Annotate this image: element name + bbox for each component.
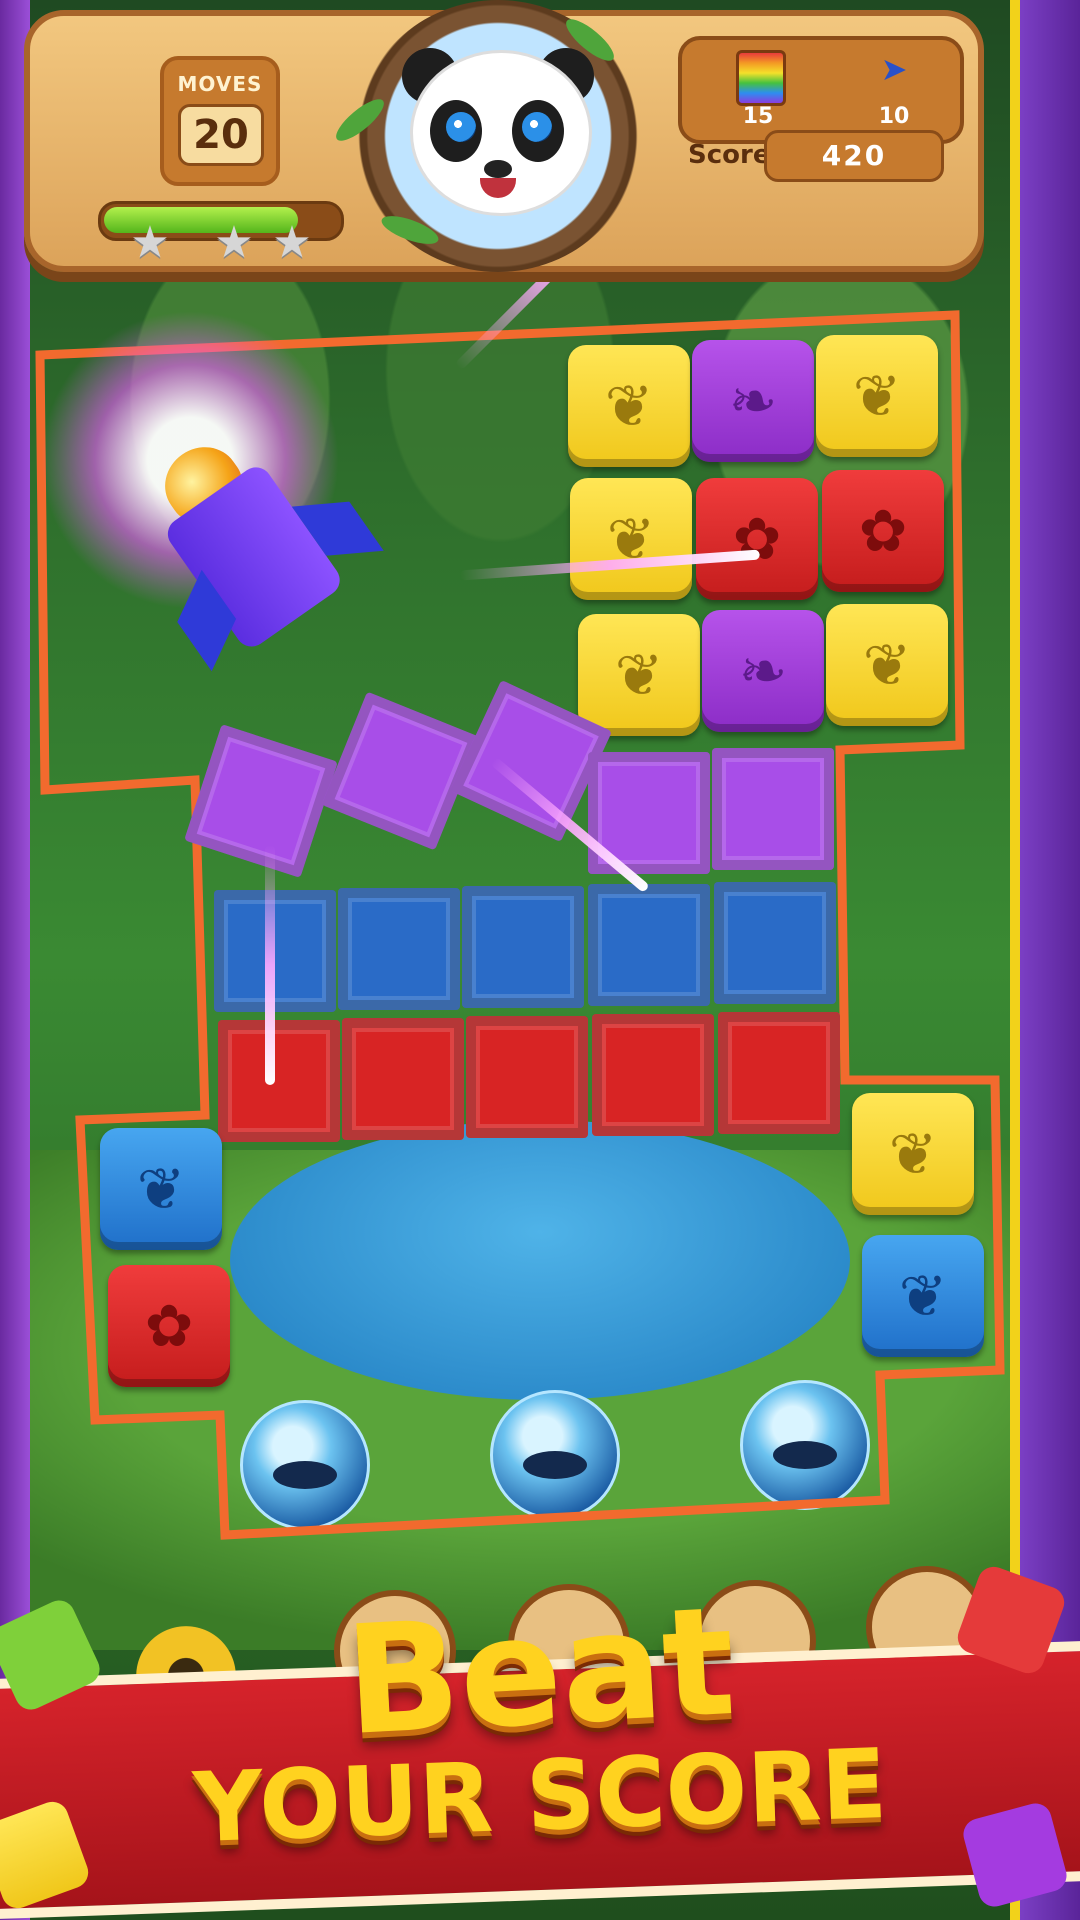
fish-icon <box>773 1441 837 1469</box>
fish-bowl <box>240 1400 370 1530</box>
tile-purple-leaf[interactable]: ❧ <box>702 610 824 732</box>
crate-blue[interactable] <box>714 882 836 1004</box>
tile-yellow-bamboo[interactable]: ❦ <box>568 345 690 467</box>
tile-yellow-bamboo[interactable]: ❦ <box>816 335 938 457</box>
crate-blue[interactable] <box>214 890 336 1012</box>
fish-icon: ➤ <box>880 50 908 88</box>
fish-bowl <box>490 1390 620 1520</box>
moves-counter: MOVES 20 <box>160 56 280 186</box>
score-label: Score <box>688 140 771 170</box>
crate-red[interactable] <box>718 1012 840 1134</box>
tile-red-paw[interactable]: ✿ <box>108 1265 230 1387</box>
tile-blue-bamboo[interactable]: ❦ <box>862 1235 984 1357</box>
tile-red-paw[interactable]: ✿ <box>822 470 944 592</box>
goal-count: 10 <box>878 104 910 129</box>
star-icon: ★ <box>214 217 254 268</box>
tile-purple-leaf[interactable]: ❧ <box>692 340 814 462</box>
panda-eye <box>522 112 552 142</box>
goal-count: 15 <box>742 104 774 129</box>
game-stage: ❦ ❧ ❦ ❦ ✿ ✿ ❦ ❧ ❦ ❦ ✿ ❦ ❦ MOVES 20 ★ ★ ★… <box>0 0 1080 1920</box>
crate-red[interactable] <box>342 1018 464 1140</box>
panda-nose <box>484 160 512 178</box>
star-icon: ★ <box>130 217 170 268</box>
crate-red[interactable] <box>218 1020 340 1142</box>
goals-panel: 15 ➤ 10 <box>678 36 964 144</box>
tile-yellow-bamboo[interactable]: ❦ <box>578 614 700 736</box>
crate-red[interactable] <box>592 1014 714 1136</box>
crate-blue[interactable] <box>338 888 460 1010</box>
tile-yellow-bamboo[interactable]: ❦ <box>570 478 692 600</box>
crate-red[interactable] <box>466 1016 588 1138</box>
crate-purple[interactable] <box>712 748 834 870</box>
crate-blue[interactable] <box>462 886 584 1008</box>
fish-icon <box>273 1461 337 1489</box>
rainbow-crate-icon <box>736 50 786 106</box>
fish-icon <box>523 1451 587 1479</box>
crate-blue[interactable] <box>588 884 710 1006</box>
tile-blue-bamboo[interactable]: ❦ <box>100 1128 222 1250</box>
star-icon: ★ <box>272 217 312 268</box>
pond <box>230 1120 850 1400</box>
moves-label: MOVES <box>177 72 263 96</box>
tile-red-paw[interactable]: ✿ <box>696 478 818 600</box>
tile-yellow-bamboo[interactable]: ❦ <box>826 604 948 726</box>
panda-eye <box>446 112 476 142</box>
fish-bowl <box>740 1380 870 1510</box>
moves-value: 20 <box>178 104 264 166</box>
light-streak <box>265 845 275 1085</box>
tile-yellow-bamboo[interactable]: ❦ <box>852 1093 974 1215</box>
score-value: 420 <box>764 130 944 182</box>
